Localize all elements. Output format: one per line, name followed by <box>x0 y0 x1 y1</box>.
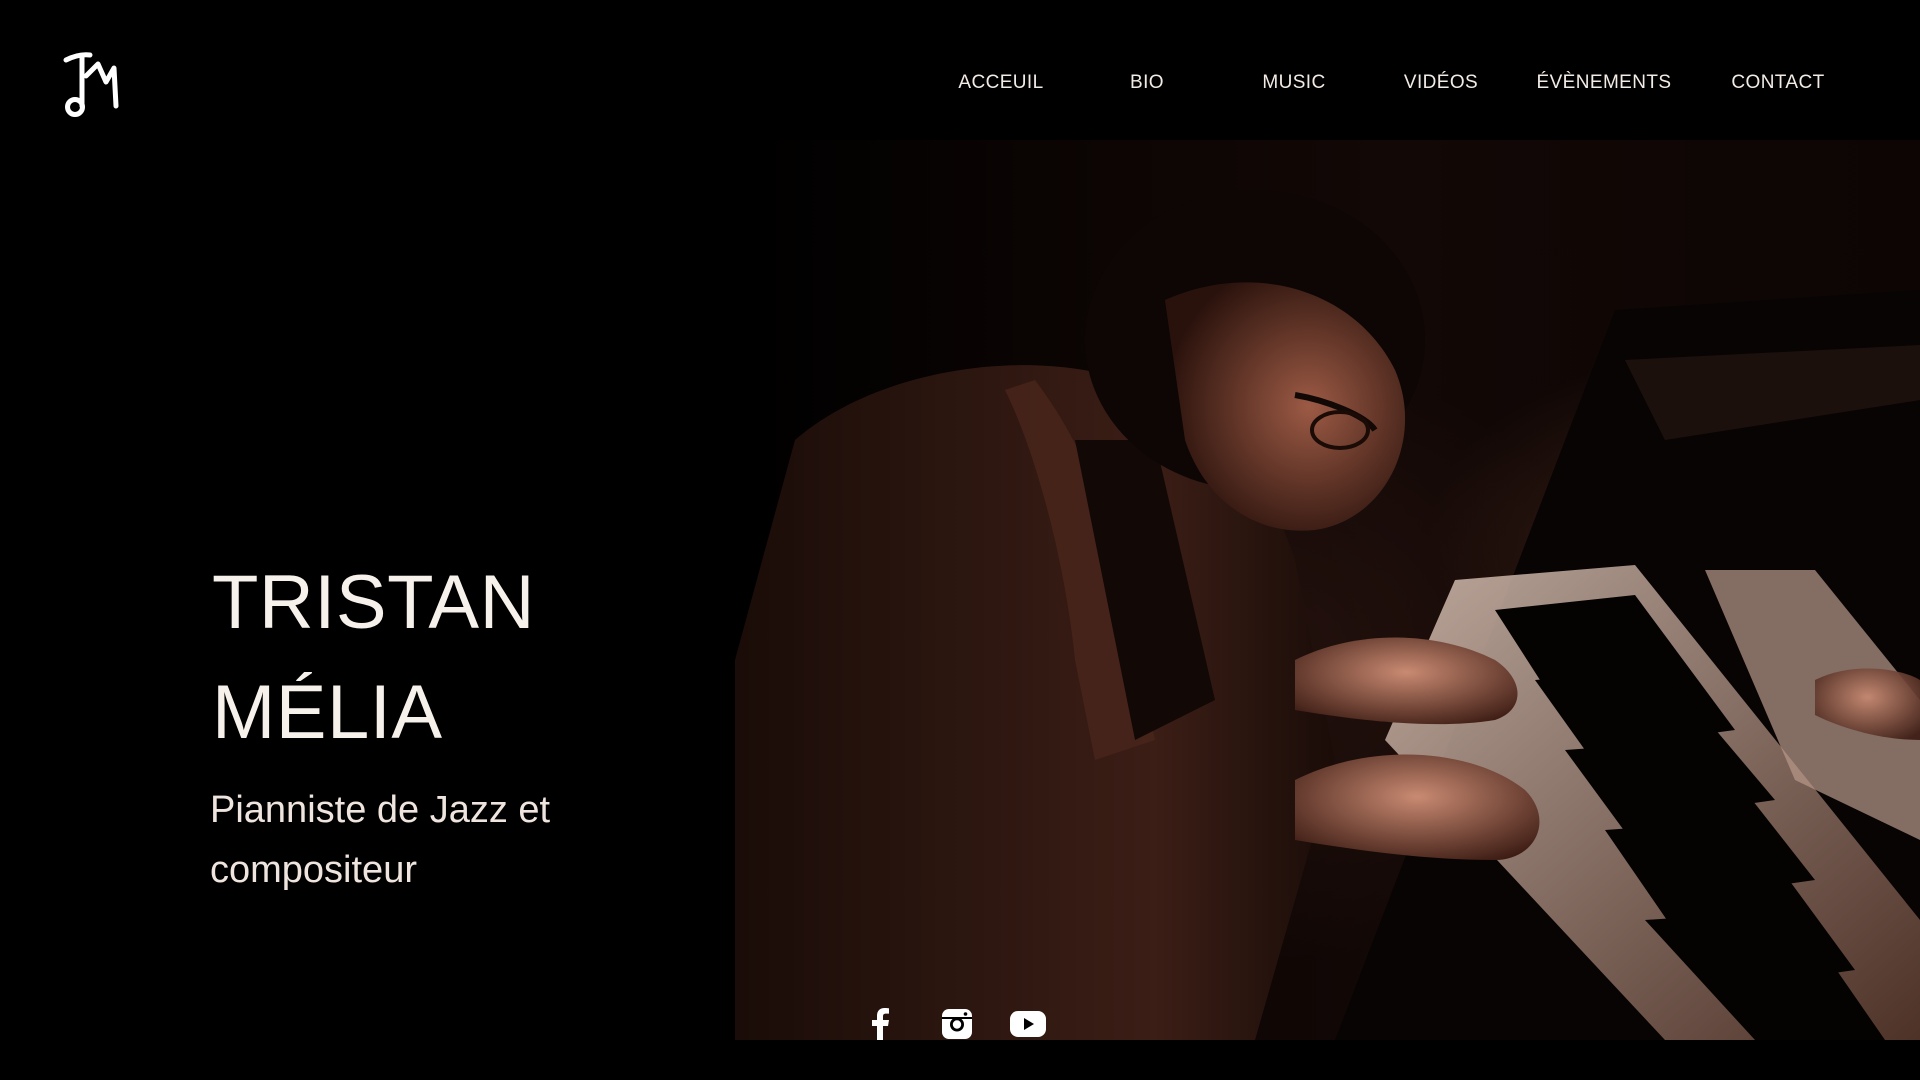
instagram-link[interactable] <box>942 1009 972 1039</box>
hero-subtitle: Pianniste de Jazz et compositeur <box>210 780 630 900</box>
nav-item-bio[interactable]: BIO <box>1130 72 1164 94</box>
youtube-icon <box>1010 1011 1046 1037</box>
hero-subtitle-line-1: Pianniste de Jazz et <box>210 789 551 831</box>
nav-item-evenements[interactable]: ÉVÈNEMENTS <box>1537 72 1672 94</box>
hero-title: TRISTAN MÉLIA <box>212 548 535 768</box>
social-links <box>870 1005 1046 1043</box>
facebook-icon <box>872 1008 889 1040</box>
nav-item-acceuil[interactable]: ACCEUIL <box>958 72 1043 94</box>
nav-item-music[interactable]: MUSIC <box>1262 72 1325 94</box>
hero-title-line-1: TRISTAN <box>212 560 535 645</box>
main-nav: ACCEUIL BIO MUSIC VIDÉOS ÉVÈNEMENTS CONT… <box>0 72 1920 96</box>
pianist-illustration <box>735 190 1920 1040</box>
nav-item-videos[interactable]: VIDÉOS <box>1404 72 1478 94</box>
hero-subtitle-line-2: compositeur <box>210 849 417 891</box>
hero-title-line-2: MÉLIA <box>212 670 443 755</box>
nav-item-contact[interactable]: CONTACT <box>1731 72 1824 94</box>
youtube-link[interactable] <box>1010 1011 1046 1037</box>
hero-photo <box>735 140 1920 1040</box>
facebook-link[interactable] <box>870 1008 890 1040</box>
instagram-icon <box>942 1009 972 1039</box>
